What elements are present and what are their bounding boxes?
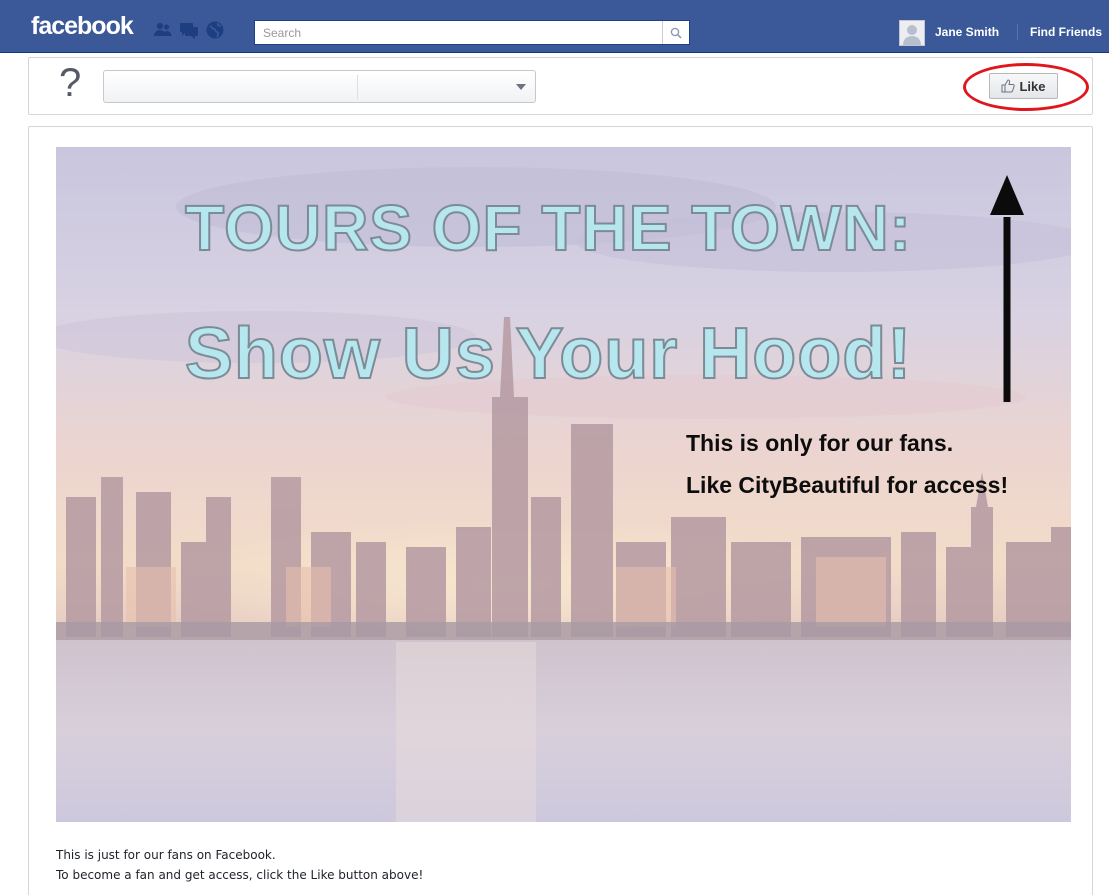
footer-text-line1: This is just for our fans on Facebook. <box>56 848 276 862</box>
search-button[interactable] <box>662 21 689 44</box>
top-navigation-bar: facebook Jane Smith Find Friends <box>0 0 1109 53</box>
fan-gate-banner-image: TOURS OF THE TOWN: Show Us Your Hood! Th… <box>56 147 1071 822</box>
user-name-link[interactable]: Jane Smith <box>935 25 999 39</box>
page-header-bar: ? Like <box>28 57 1093 115</box>
page-selector-dropdown[interactable] <box>103 70 536 103</box>
like-button-label: Like <box>1019 78 1046 94</box>
banner-title-line1: TOURS OF THE TOWN: <box>184 191 912 265</box>
question-mark-icon: ? <box>59 61 82 105</box>
thumbs-up-icon <box>1001 79 1016 93</box>
search-input[interactable] <box>255 21 660 44</box>
content-card: TOURS OF THE TOWN: Show Us Your Hood! Th… <box>28 126 1093 895</box>
search-icon <box>670 27 682 39</box>
avatar[interactable] <box>899 20 925 46</box>
friend-requests-icon[interactable] <box>153 20 173 40</box>
banner-title-line2: Show Us Your Hood! <box>184 313 913 395</box>
notifications-icon[interactable] <box>205 20 225 40</box>
dropdown-divider <box>357 75 358 99</box>
facebook-logo[interactable]: facebook <box>31 12 134 41</box>
footer-text-line2: To become a fan and get access, click th… <box>56 868 424 882</box>
messages-icon[interactable] <box>179 20 199 40</box>
fans-only-text: This is only for our fans. <box>686 430 954 456</box>
nav-divider <box>1017 24 1018 40</box>
like-for-access-text: Like CityBeautiful for access! <box>686 472 1009 498</box>
chevron-down-icon <box>516 84 526 90</box>
like-button[interactable]: Like <box>989 73 1058 99</box>
search-box <box>254 20 690 45</box>
find-friends-link[interactable]: Find Friends <box>1030 25 1102 39</box>
user-silhouette-icon <box>900 21 924 45</box>
